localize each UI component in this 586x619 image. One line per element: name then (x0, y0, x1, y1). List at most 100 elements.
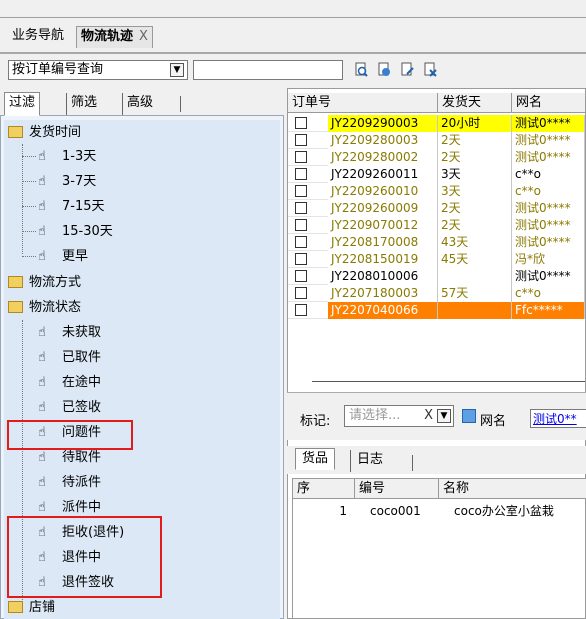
ship-days-cell: 2天 (438, 149, 512, 166)
tree-folder-label: 物流方式 (29, 275, 82, 290)
row-checkbox[interactable] (295, 253, 307, 265)
tab-filter[interactable]: 过滤 (4, 92, 41, 116)
delete-icon[interactable] (422, 62, 438, 78)
row-checkbox[interactable] (295, 287, 307, 299)
order-no-cell: JY2209260010 (328, 183, 438, 200)
tree-item-label: 待派件 (62, 475, 102, 490)
tree-item-ship-earlier[interactable]: ☝ 更早 (38, 246, 88, 268)
tree-item-status-awaiting-delivery[interactable]: ☝ 待派件 (38, 472, 101, 494)
order-row[interactable]: JY2209260009 2天 测试0**** (288, 200, 585, 217)
tree-folder-logistics-method[interactable]: 物流方式 (8, 272, 81, 294)
col-code[interactable]: 编号 (355, 479, 439, 499)
ship-days-cell: 20小时 (438, 115, 512, 132)
order-row[interactable]: JY2208010006 测试0**** (288, 268, 585, 285)
net-name-cell: 冯*欣 (512, 251, 585, 268)
chevron-down-icon[interactable]: ▼ (437, 409, 451, 423)
close-icon[interactable]: X (139, 29, 148, 44)
order-no-cell: JY2209260009 (328, 200, 438, 217)
tab-advanced[interactable]: 高级 (122, 93, 157, 115)
order-row[interactable]: JY2209280003 2天 测试0**** (288, 132, 585, 149)
title-strip (0, 0, 586, 18)
folder-icon (8, 300, 23, 313)
order-row[interactable]: JY2209290003 20小时 测试0**** (288, 115, 585, 132)
hand-icon: ☝ (38, 475, 46, 490)
col-name[interactable]: 名称 (439, 479, 586, 499)
highlight-box-problem (7, 420, 133, 450)
order-row[interactable]: JY2209280002 2天 测试0**** (288, 149, 585, 166)
hand-icon: ☝ (38, 325, 46, 340)
tree-item-status-picked-up[interactable]: ☝ 已取件 (38, 347, 101, 369)
order-row[interactable]: JY2209260010 3天 c**o (288, 183, 585, 200)
tab-business-nav[interactable]: 业务导航 (8, 26, 68, 48)
row-checkbox[interactable] (295, 270, 307, 282)
tab-separator (412, 455, 413, 471)
ship-days-cell: 2天 (438, 132, 512, 149)
order-row[interactable]: JY2209070012 2天 测试0**** (288, 217, 585, 234)
tree-item-label: 3-7天 (62, 174, 97, 189)
tree-item-label: 已取件 (62, 350, 102, 365)
ship-days-cell: 57天 (438, 285, 512, 302)
tab-logistics-track[interactable]: 物流轨迹 X (76, 26, 153, 48)
order-row[interactable]: JY2208150019 45天 冯*欣 (288, 251, 585, 268)
tab-goods[interactable]: 货品 (295, 448, 336, 470)
chevron-down-icon[interactable]: ▼ (170, 63, 184, 77)
tab-separator (180, 96, 181, 112)
row-checkbox[interactable] (295, 117, 307, 129)
tree-item-ship-3-7[interactable]: ☝ 3-7天 (38, 171, 96, 193)
row-checkbox[interactable] (295, 236, 307, 248)
net-name-link[interactable]: 测试0** (530, 409, 586, 428)
clear-icon[interactable]: X (424, 406, 433, 426)
hscroll-track[interactable] (312, 381, 585, 382)
tree-item-status-in-transit[interactable]: ☝ 在途中 (38, 372, 101, 394)
ship-days-cell: 3天 (438, 183, 512, 200)
toolbar: 按订单编号查询 ▼ (0, 56, 586, 84)
order-no-cell: JY2208150019 (328, 251, 438, 268)
refresh-icon[interactable] (376, 62, 392, 78)
order-row[interactable]: JY2209260011 3天 c**o (288, 166, 585, 183)
row-checkbox[interactable] (295, 134, 307, 146)
col-ship-days[interactable]: 发货天 (438, 93, 512, 113)
tree-item-ship-1-3[interactable]: ☝ 1-3天 (38, 146, 96, 168)
net-name-cell: c**o (512, 166, 585, 183)
tree-item-ship-7-15[interactable]: ☝ 7-15天 (38, 196, 105, 218)
row-checkbox[interactable] (295, 151, 307, 163)
col-order-no[interactable]: 订单号 (288, 93, 438, 113)
query-type-value: 按订单编号查询 (12, 62, 104, 77)
goods-code: coco001 (370, 504, 421, 518)
order-row[interactable]: JY2207180003 57天 c**o (288, 285, 585, 302)
row-checkbox[interactable] (295, 219, 307, 231)
query-type-select[interactable]: 按订单编号查询 ▼ (8, 60, 188, 80)
tree-folder-shop[interactable]: 店铺 (8, 597, 55, 619)
hand-icon: ☝ (38, 199, 46, 214)
ship-days-cell: 43天 (438, 234, 512, 251)
row-checkbox[interactable] (295, 185, 307, 197)
mark-select[interactable]: 请选择... X ▼ (344, 405, 454, 427)
goods-row[interactable]: 1 coco001 coco办公室小盆栽 (293, 503, 586, 520)
tree-item-status-awaiting-pickup[interactable]: ☝ 待取件 (38, 447, 101, 469)
query-input[interactable] (193, 60, 343, 80)
row-checkbox[interactable] (295, 168, 307, 180)
tree-item-status-not-fetched[interactable]: ☝ 未获取 (38, 322, 101, 344)
row-checkbox[interactable] (295, 304, 307, 316)
mark-label: 标记: (300, 414, 331, 429)
tree-item-ship-15-30[interactable]: ☝ 15-30天 (38, 221, 113, 243)
tree-connector (22, 181, 36, 182)
search-icon[interactable] (353, 62, 369, 78)
tree-item-status-signed[interactable]: ☝ 已签收 (38, 397, 101, 419)
tree-item-label: 15-30天 (62, 224, 113, 239)
tab-screen[interactable]: 筛选 (66, 93, 101, 115)
tree-folder-ship-time[interactable]: 发货时间 (8, 122, 81, 144)
row-checkbox[interactable] (295, 202, 307, 214)
goods-name: coco办公室小盆栽 (454, 504, 554, 518)
ship-days-cell: 3天 (438, 166, 512, 183)
tree-folder-logistics-status[interactable]: 物流状态 (8, 297, 81, 319)
copy-icon[interactable] (462, 409, 476, 423)
hand-icon: ☝ (38, 224, 46, 239)
col-seq[interactable]: 序 (293, 479, 355, 499)
folder-icon (8, 125, 23, 138)
order-row[interactable]: JY2208170008 43天 测试0**** (288, 234, 585, 251)
edit-icon[interactable] (399, 62, 415, 78)
tab-log[interactable]: 日志 (350, 450, 389, 472)
order-row[interactable]: JY2207040066 Ffc***** (288, 302, 585, 319)
col-net-name[interactable]: 网名 (512, 93, 586, 113)
